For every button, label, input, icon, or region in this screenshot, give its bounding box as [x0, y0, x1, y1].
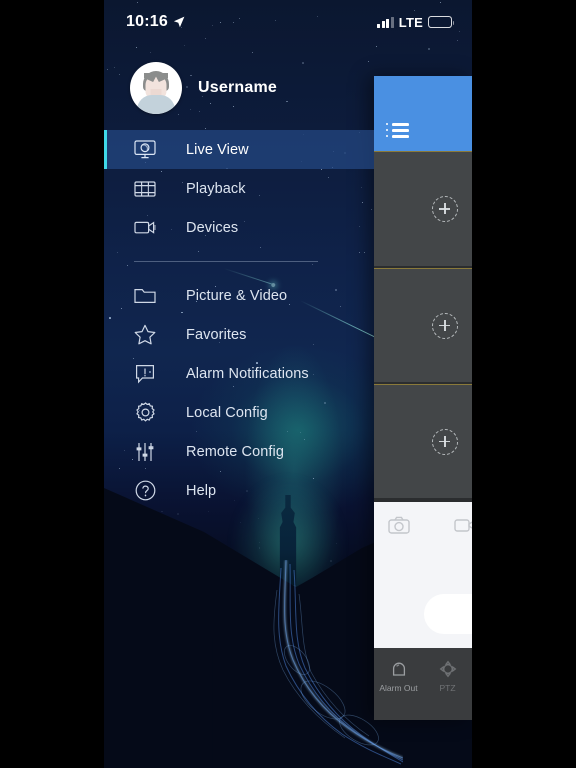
record-video-icon[interactable]	[454, 517, 472, 533]
sidebar-item-label: Local Config	[186, 404, 268, 421]
add-channel-icon[interactable]	[432, 312, 458, 339]
battery-icon	[428, 16, 455, 28]
drawer-menu: Live View Playback Devices Picture & Vid…	[104, 130, 374, 510]
sidebar-item-label: Playback	[186, 180, 246, 197]
list-menu-icon[interactable]	[386, 123, 412, 141]
alarm-out-button[interactable]: Alarm Out	[374, 660, 423, 693]
status-time: 10:16	[126, 13, 168, 30]
add-channel-icon[interactable]	[432, 196, 458, 222]
navigation-drawer: Username Live View Playback Devices Pict…	[104, 0, 374, 768]
sidebar-item-local-config[interactable]: Local Config	[104, 393, 374, 432]
sidebar-item-label: Remote Config	[186, 443, 285, 460]
ptz-button[interactable]: PTZ	[423, 660, 472, 693]
gear-icon	[130, 402, 160, 423]
toolbar-pill-button[interactable]	[424, 594, 472, 634]
status-bar: 10:16 LTE	[104, 0, 472, 44]
video-cell[interactable]	[374, 384, 472, 500]
folder-icon	[130, 287, 160, 304]
video-cell[interactable]	[374, 152, 472, 268]
sidebar-item-label: Help	[186, 482, 217, 499]
sidebar-item-picture-video[interactable]: Picture & Video	[104, 276, 374, 315]
sidebar-item-help[interactable]: Help	[104, 471, 374, 510]
sidebar-item-label: Alarm Notifications	[186, 365, 309, 382]
live-view-content-panel: Alarm Out PTZ	[374, 76, 472, 720]
sliders-icon	[130, 442, 160, 462]
sidebar-item-label: Favorites	[186, 326, 247, 343]
alert-bubble-icon	[130, 364, 160, 384]
film-strip-icon	[130, 180, 160, 198]
sidebar-item-label: Devices	[186, 219, 239, 236]
sidebar-item-label: Live View	[186, 141, 249, 158]
star-icon	[130, 324, 160, 345]
drawer-profile-header[interactable]: Username	[104, 52, 374, 124]
sidebar-item-playback[interactable]: Playback	[104, 169, 374, 208]
playback-light-toolbar	[374, 500, 472, 648]
video-camera-icon	[130, 220, 160, 235]
sidebar-item-remote-config[interactable]: Remote Config	[104, 432, 374, 471]
ptz-label: PTZ	[439, 683, 456, 693]
bottom-function-toolbar: Alarm Out PTZ	[374, 648, 472, 720]
network-label: LTE	[398, 14, 423, 30]
signal-bars-icon	[377, 16, 394, 28]
sidebar-item-alarm-notifications[interactable]: Alarm Notifications	[104, 354, 374, 393]
camera-icon[interactable]	[388, 516, 410, 534]
monitor-camera-icon	[130, 140, 160, 159]
video-cell[interactable]	[374, 268, 472, 384]
sidebar-item-devices[interactable]: Devices	[104, 208, 374, 247]
avatar[interactable]	[130, 62, 182, 114]
screenshot-stage: Alarm Out PTZ Username Live View Playbac…	[0, 0, 576, 768]
menu-divider	[134, 261, 318, 262]
sidebar-item-label: Picture & Video	[186, 287, 288, 304]
username-label: Username	[198, 79, 277, 96]
alarm-out-label: Alarm Out	[379, 683, 418, 693]
question-circle-icon	[130, 480, 160, 501]
sidebar-item-favorites[interactable]: Favorites	[104, 315, 374, 354]
content-panel-header	[374, 76, 472, 152]
phone-viewport: Alarm Out PTZ Username Live View Playbac…	[104, 0, 472, 768]
add-channel-icon[interactable]	[432, 428, 458, 455]
sidebar-item-live-view[interactable]: Live View	[104, 130, 374, 169]
location-arrow-icon	[173, 16, 185, 28]
